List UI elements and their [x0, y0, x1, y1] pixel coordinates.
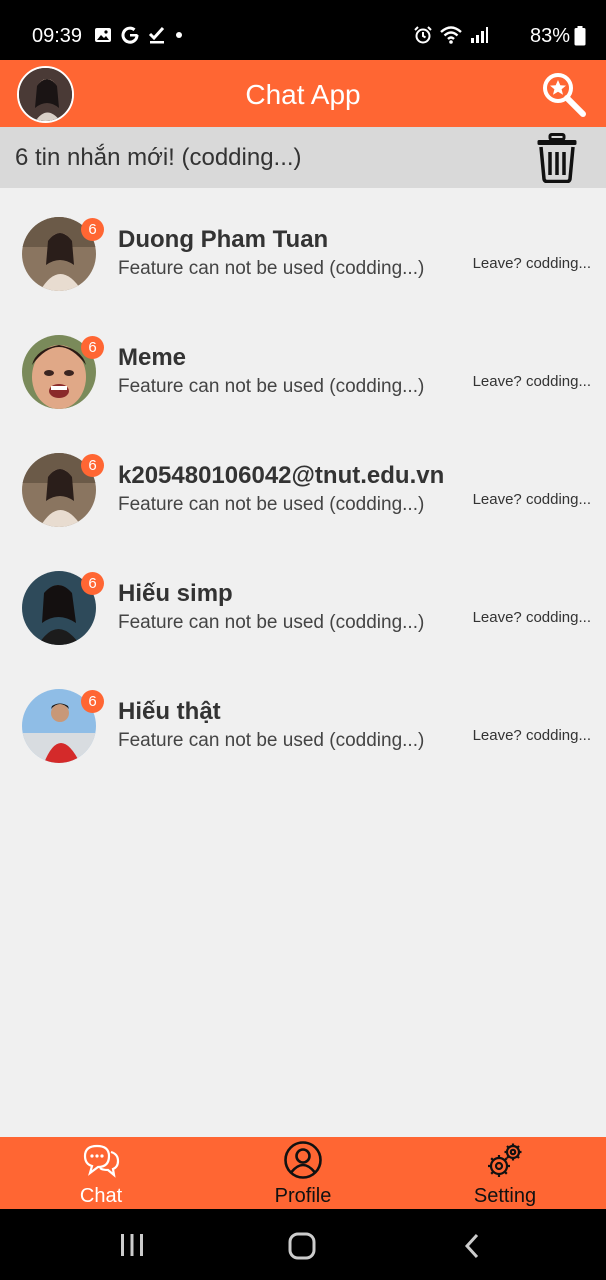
google-icon [121, 26, 139, 44]
unread-badge: 6 [81, 572, 104, 595]
alarm-icon [414, 26, 432, 44]
battery-icon [574, 26, 586, 46]
chat-name: Meme [118, 344, 187, 371]
wifi-icon [440, 26, 462, 44]
nav-chat-label: Chat [79, 1185, 123, 1207]
chat-status: Leave? codding... [472, 609, 591, 626]
battery-percent: 83% [529, 25, 570, 47]
chat-item[interactable]: 6 Hiếu thật Feature can not be used (cod… [0, 660, 606, 778]
status-time: 09:39 [32, 25, 83, 47]
signal-icon [471, 27, 488, 43]
chat-name: Hiếu thật [118, 698, 221, 725]
bottom-navigation: Chat Profile Setting [0, 1137, 606, 1209]
nav-profile[interactable]: Profile [202, 1137, 404, 1209]
app-header: Chat App [0, 60, 606, 127]
dot-icon [176, 32, 182, 38]
chat-item[interactable]: 6 k205480106042@tnut.edu.vn Feature can … [0, 424, 606, 542]
status-bar: 09:39 83% [0, 0, 606, 60]
new-messages-text: 6 tin nhắn mới! (codding...) [15, 144, 302, 171]
unread-badge: 6 [81, 690, 104, 713]
back-icon[interactable] [462, 1232, 482, 1260]
chat-status: Leave? codding... [472, 255, 591, 272]
unread-badge: 6 [81, 218, 104, 241]
chat-list: 6 Duong Pham Tuan Feature can not be use… [0, 188, 606, 778]
nav-chat[interactable]: Chat [0, 1137, 202, 1209]
chat-status: Leave? codding... [472, 373, 591, 390]
system-navigation-bar [0, 1209, 606, 1280]
nav-setting-label: Setting [473, 1185, 537, 1207]
task-check-icon [148, 26, 165, 44]
new-messages-banner: 6 tin nhắn mới! (codding...) [0, 127, 606, 188]
chat-bubble-icon [83, 1144, 120, 1178]
recent-apps-icon[interactable] [118, 1233, 146, 1257]
unread-badge: 6 [81, 336, 104, 359]
home-icon[interactable] [288, 1232, 316, 1260]
search-star-icon[interactable] [538, 69, 588, 119]
chat-message: Feature can not be used (codding...) [118, 730, 425, 751]
chat-message: Feature can not be used (codding...) [118, 494, 425, 515]
app-title: Chat App [245, 79, 361, 110]
gears-icon [488, 1143, 522, 1177]
chat-status: Leave? codding... [472, 727, 591, 744]
system-icons [414, 26, 488, 44]
chat-item[interactable]: 6 Hiếu simp Feature can not be used (cod… [0, 542, 606, 660]
battery-indicator: 83% [530, 23, 586, 49]
chat-item[interactable]: 6 Duong Pham Tuan Feature can not be use… [0, 188, 606, 306]
notification-icons [94, 26, 183, 44]
unread-badge: 6 [81, 454, 104, 477]
chat-status: Leave? codding... [472, 491, 591, 508]
chat-name: Hiếu simp [118, 580, 233, 607]
chat-item[interactable]: 6 Meme Feature can not be used (codding.… [0, 306, 606, 424]
profile-icon [284, 1141, 322, 1179]
chat-message: Feature can not be used (codding...) [118, 612, 425, 633]
chat-message: Feature can not be used (codding...) [118, 376, 425, 397]
nav-profile-label: Profile [274, 1185, 332, 1207]
chat-message: Feature can not be used (codding...) [118, 258, 425, 279]
gallery-icon [95, 28, 111, 42]
chat-name: Duong Pham Tuan [118, 226, 329, 253]
trash-icon[interactable] [536, 133, 578, 183]
chat-name: k205480106042@tnut.edu.vn [118, 462, 445, 489]
nav-setting[interactable]: Setting [404, 1137, 606, 1209]
